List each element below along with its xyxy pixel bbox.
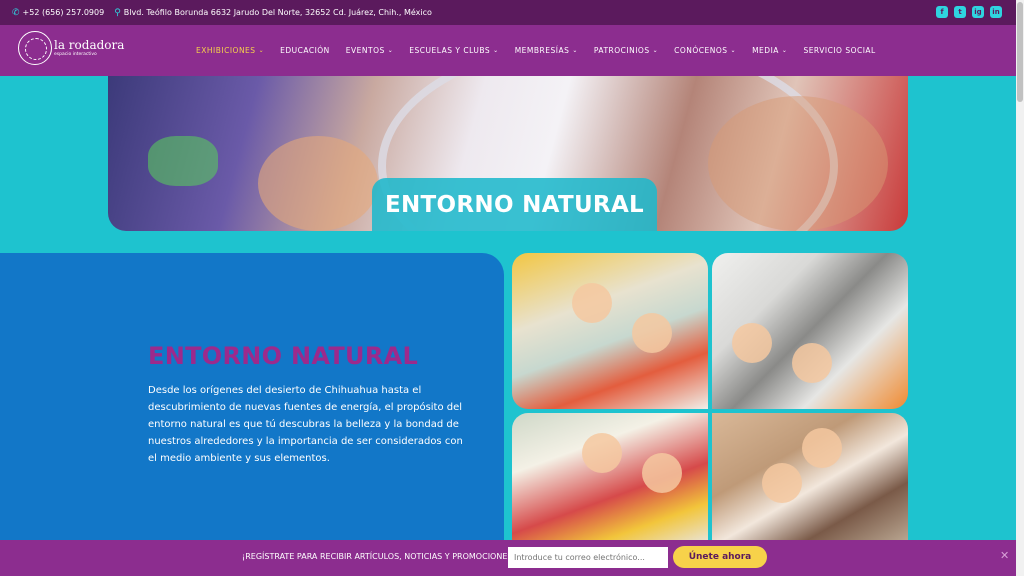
phone-link[interactable]: ✆ +52 (656) 257.0909 [12, 8, 104, 18]
nav-item-educacion[interactable]: EDUCACIÓN [280, 46, 330, 55]
chevron-down-icon: ⌄ [493, 47, 499, 54]
gallery-photo[interactable] [712, 413, 908, 543]
logo-name: la rodadora [54, 37, 125, 52]
address-text: Blvd. Teófilo Borunda 6632 Jarudo Del No… [123, 8, 432, 17]
map-pin-icon: ⚲ [114, 7, 121, 18]
scrollbar-thumb[interactable] [1017, 2, 1023, 102]
nav-item-servicio-social[interactable]: SERVICIO SOCIAL [803, 46, 875, 55]
close-icon[interactable]: ✕ [1000, 549, 1009, 562]
section-title: ENTORNO NATURAL [148, 342, 419, 370]
nav-item-eventos[interactable]: EVENTOS ⌄ [346, 46, 394, 55]
chevron-down-icon: ⌄ [258, 47, 265, 54]
nav-item-patrocinios[interactable]: PATROCINIOS ⌄ [594, 46, 658, 55]
nav-menu: EXHIBICIONES ⌄ EDUCACIÓN EVENTOS ⌄ ESCUELA… [196, 25, 892, 76]
photo-gallery [512, 253, 908, 543]
phone-text: +52 (656) 257.0909 [22, 8, 105, 17]
main-nav: la rodadora espacio interactivo EXHIBICI… [0, 25, 1016, 76]
email-input[interactable] [508, 547, 668, 568]
nav-item-membresias[interactable]: MEMBRESÍAS ⌄ [515, 46, 578, 55]
address-link[interactable]: ⚲ Blvd. Teófilo Borunda 6632 Jarudo Del … [114, 8, 432, 18]
section-description: Desde los orígenes del desierto de Chihu… [148, 385, 463, 464]
instagram-icon[interactable]: ig [972, 6, 984, 18]
join-button[interactable]: Únete ahora [673, 546, 767, 568]
nav-item-conocenos[interactable]: CONÓCENOS ⌄ [674, 46, 736, 55]
gallery-photo[interactable] [712, 253, 908, 409]
hero-title: ENTORNO NATURAL [372, 178, 657, 231]
logo-tagline: espacio interactivo [54, 51, 97, 57]
hero-banner-image: ENTORNO NATURAL [108, 76, 908, 231]
chevron-down-icon: ⌄ [781, 47, 788, 54]
logo-mark-icon [18, 31, 52, 65]
chevron-down-icon: ⌄ [572, 47, 578, 54]
linkedin-icon[interactable]: in [990, 6, 1002, 18]
gallery-photo[interactable] [512, 413, 708, 543]
chevron-down-icon: ⌄ [652, 47, 659, 54]
contact-bar: ✆ +52 (656) 257.0909 ⚲ Blvd. Teófilo Bor… [0, 0, 1016, 25]
page-scrollbar[interactable] [1016, 0, 1024, 576]
site-logo[interactable]: la rodadora espacio interactivo [18, 31, 124, 65]
social-links: f t ig in [936, 6, 1002, 18]
phone-icon: ✆ [12, 7, 20, 18]
gallery-photo[interactable] [512, 253, 708, 409]
facebook-icon[interactable]: f [936, 6, 948, 18]
chevron-down-icon: ⌄ [387, 47, 394, 54]
twitter-icon[interactable]: t [954, 6, 966, 18]
chevron-down-icon: ⌄ [730, 47, 737, 54]
nav-item-media[interactable]: MEDIA ⌄ [752, 46, 787, 55]
nav-item-escuelas-clubs[interactable]: ESCUELAS Y CLUBS ⌄ [409, 46, 498, 55]
newsletter-text: ¡REGÍSTRATE PARA RECIBIR ARTÍCULOS, NOTI… [242, 552, 516, 561]
nav-item-exhibiciones[interactable]: EXHIBICIONES ⌄ [196, 46, 264, 55]
